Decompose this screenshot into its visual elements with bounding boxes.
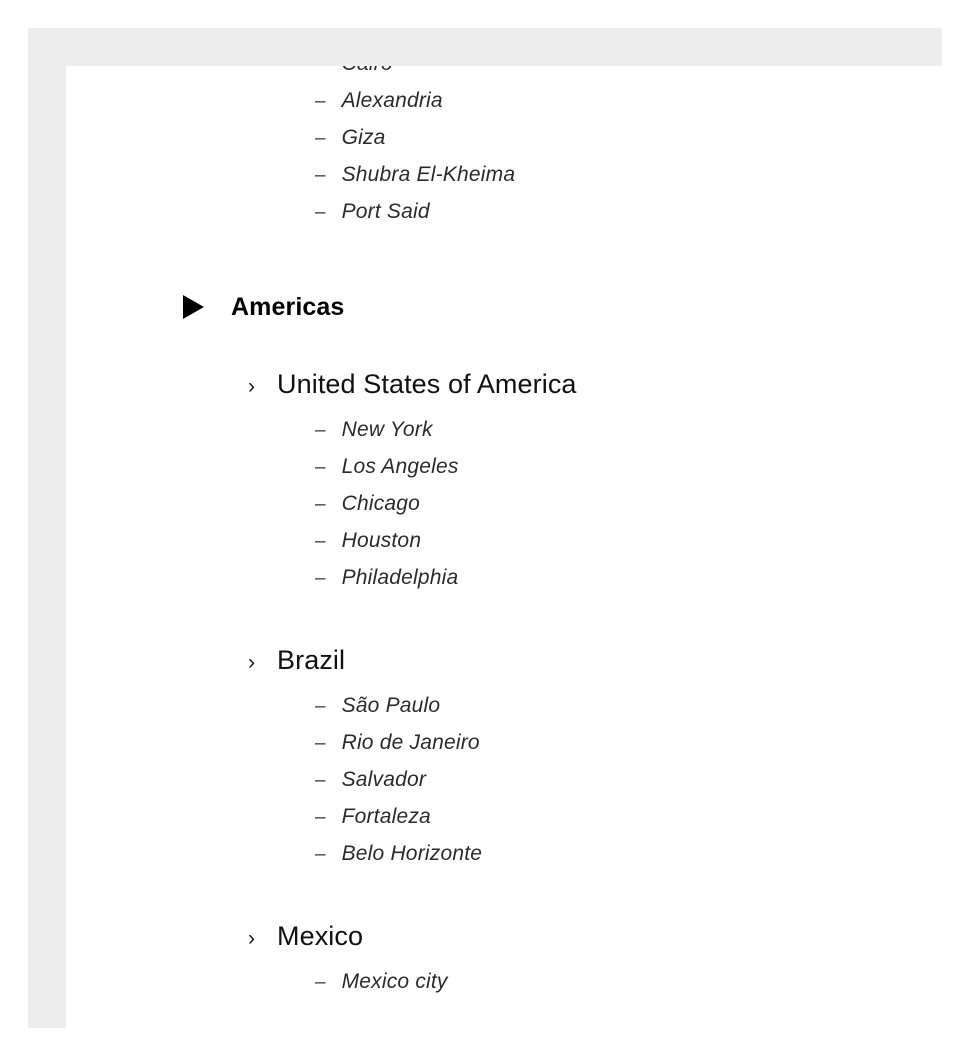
en-dash-icon: – <box>315 696 326 717</box>
city-label: Salvador <box>341 768 427 791</box>
city-list: – New York – Los Angeles – Chicago – Houston – Ph… <box>66 418 960 603</box>
chevron-right-icon: › <box>248 375 255 398</box>
country-item[interactable]: › Brazil <box>66 645 960 676</box>
city-label: Fortaleza <box>341 805 431 828</box>
city-item[interactable]: – Port Said <box>66 200 960 237</box>
city-item[interactable]: – Alexandria <box>66 89 960 126</box>
country-group: › Brazil – São Paulo – Rio de Janeiro – Salvado… <box>66 645 960 879</box>
city-item[interactable]: – Fortaleza <box>66 805 960 842</box>
city-item[interactable]: – Philadelphia <box>66 566 960 603</box>
country-group: › Mexico – Mexico city <box>66 921 960 1007</box>
city-item[interactable]: – Rio de Janeiro <box>66 731 960 768</box>
country-group: –Cairo–Alexandria–Giza–Shubra El-Kheima–… <box>66 66 960 237</box>
city-item[interactable]: – Chicago <box>66 492 960 529</box>
city-label: São Paulo <box>341 694 441 717</box>
country-item[interactable]: › Mexico <box>66 921 960 952</box>
city-label: Giza <box>341 126 386 149</box>
en-dash-icon: – <box>315 531 326 552</box>
en-dash-icon: – <box>315 165 326 186</box>
city-label: Cairo <box>342 66 393 76</box>
city-item[interactable]: – Los Angeles <box>66 455 960 492</box>
en-dash-icon: – <box>315 202 326 223</box>
city-item[interactable]: – Belo Horizonte <box>66 842 960 879</box>
region-label: Americas <box>231 292 345 321</box>
en-dash-icon: – <box>315 66 326 74</box>
en-dash-icon: – <box>315 972 326 993</box>
city-label: Mexico city <box>341 970 448 993</box>
city-label: Alexandria <box>341 89 443 112</box>
city-item[interactable]: – São Paulo <box>66 694 960 731</box>
city-label: Port Said <box>341 200 430 223</box>
country-label: Mexico <box>277 921 364 951</box>
city-list: – Mexico city <box>66 970 960 1007</box>
city-list: –Cairo–Alexandria–Giza–Shubra El-Kheima–… <box>66 66 960 237</box>
city-label: Houston <box>341 529 422 552</box>
city-label: New York <box>341 418 433 441</box>
city-label: Los Angeles <box>341 455 459 478</box>
en-dash-icon: – <box>315 770 326 791</box>
country-label: United States of America <box>277 369 577 399</box>
triangle-right-icon <box>183 295 204 319</box>
page-frame: –Cairo–Alexandria–Giza–Shubra El-Kheima–… <box>28 28 960 1050</box>
en-dash-icon: – <box>315 733 326 754</box>
country-label: Brazil <box>277 645 346 675</box>
city-item[interactable]: – Shubra El-Kheima <box>66 163 960 200</box>
city-item[interactable]: – Houston <box>66 529 960 566</box>
chevron-right-icon: › <box>248 651 255 674</box>
country-group: › United States of America – New York – Los A… <box>66 369 960 603</box>
en-dash-icon: – <box>315 91 326 112</box>
city-label: Chicago <box>341 492 421 515</box>
en-dash-icon: – <box>315 844 326 865</box>
en-dash-icon: – <box>315 568 326 589</box>
en-dash-icon: – <box>315 420 326 441</box>
city-label: Philadelphia <box>341 566 459 589</box>
chevron-right-icon: › <box>248 927 255 950</box>
outline-tree: –Cairo–Alexandria–Giza–Shubra El-Kheima–… <box>66 66 960 1007</box>
city-item[interactable]: – Mexico city <box>66 970 960 1007</box>
city-item[interactable]: – Salvador <box>66 768 960 805</box>
en-dash-icon: – <box>315 494 326 515</box>
city-list: – São Paulo – Rio de Janeiro – Salvador – Forta… <box>66 694 960 879</box>
en-dash-icon: – <box>315 128 326 149</box>
city-label: Shubra El-Kheima <box>341 163 516 186</box>
city-item[interactable]: – Giza <box>66 126 960 163</box>
city-label: Rio de Janeiro <box>341 731 480 754</box>
city-label: Belo Horizonte <box>341 842 483 865</box>
city-item[interactable]: – Cairo <box>66 66 960 89</box>
document-page: –Cairo–Alexandria–Giza–Shubra El-Kheima–… <box>66 66 960 1050</box>
en-dash-icon: – <box>315 457 326 478</box>
city-item[interactable]: – New York <box>66 418 960 455</box>
region-item[interactable]: Americas <box>66 287 960 327</box>
en-dash-icon: – <box>315 807 326 828</box>
country-item[interactable]: › United States of America <box>66 369 960 400</box>
